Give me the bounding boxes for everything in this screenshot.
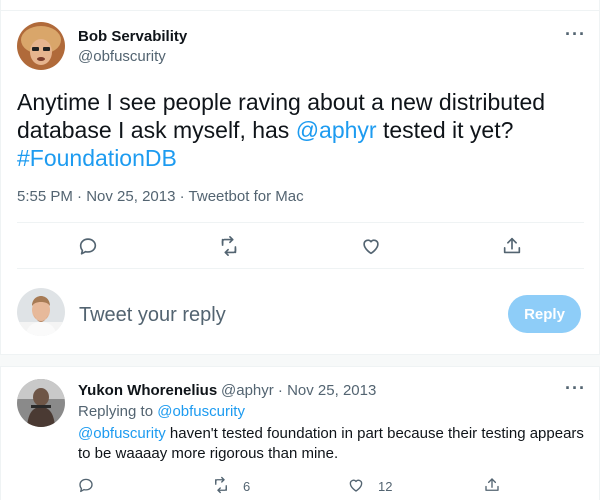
reply-button[interactable]: Reply	[508, 295, 581, 333]
more-icon[interactable]: ···	[565, 24, 586, 45]
meta-separator: ·	[77, 188, 83, 205]
tweet-source[interactable]: Tweetbot for Mac	[189, 188, 304, 205]
mention-link[interactable]: @aphyr	[296, 117, 377, 143]
retweet-count: 6	[243, 479, 251, 494]
share-icon[interactable]	[501, 235, 523, 257]
heart-icon[interactable]	[360, 235, 382, 257]
tweet-text: Anytime I see people raving about a new …	[17, 88, 587, 172]
avatar[interactable]	[17, 22, 65, 70]
replying-to-link[interactable]: @obfuscurity	[157, 403, 245, 420]
tweet-text-part: tested it yet?	[376, 117, 514, 143]
divider	[17, 222, 584, 223]
reply-author-handle: @aphyr · Nov 25, 2013	[221, 382, 376, 399]
author-name[interactable]: Bob Servability	[78, 28, 187, 45]
tweet-meta: 5:55 PM · Nov 25, 2013 · Tweetbot for Ma…	[17, 188, 304, 205]
share-icon[interactable]	[483, 476, 501, 494]
meta-separator: ·	[277, 382, 283, 399]
heart-icon[interactable]	[347, 476, 365, 494]
replying-to-label: Replying to	[78, 403, 158, 420]
meta-separator: ·	[179, 188, 185, 205]
reply-input[interactable]: Tweet your reply	[79, 304, 226, 327]
retweet-icon[interactable]	[212, 476, 230, 494]
reply-date[interactable]: Nov 25, 2013	[287, 382, 376, 399]
section-gap	[0, 354, 600, 367]
reply-text: @obfuscurity haven't tested foundation i…	[78, 424, 588, 464]
current-user-avatar	[17, 288, 65, 336]
reply-icon[interactable]	[77, 235, 99, 257]
author-handle[interactable]: @obfuscurity	[78, 48, 166, 65]
tweet-time[interactable]: 5:55 PM	[17, 188, 73, 205]
retweet-icon[interactable]	[218, 235, 240, 257]
tweet-date[interactable]: Nov 25, 2013	[86, 188, 175, 205]
more-icon[interactable]: ···	[565, 378, 586, 399]
like-count: 12	[378, 479, 393, 494]
hashtag-link[interactable]: #FoundationDB	[17, 145, 177, 171]
reply-author-avatar[interactable]	[17, 379, 65, 427]
top-divider	[0, 10, 600, 11]
divider	[17, 268, 584, 269]
reply-icon[interactable]	[77, 476, 95, 494]
reply-handle[interactable]: @aphyr	[221, 382, 274, 399]
replying-to: Replying to @obfuscurity	[78, 403, 245, 420]
mention-link[interactable]: @obfuscurity	[78, 425, 166, 442]
reply-author-name[interactable]: Yukon Whorenelius	[78, 382, 217, 399]
